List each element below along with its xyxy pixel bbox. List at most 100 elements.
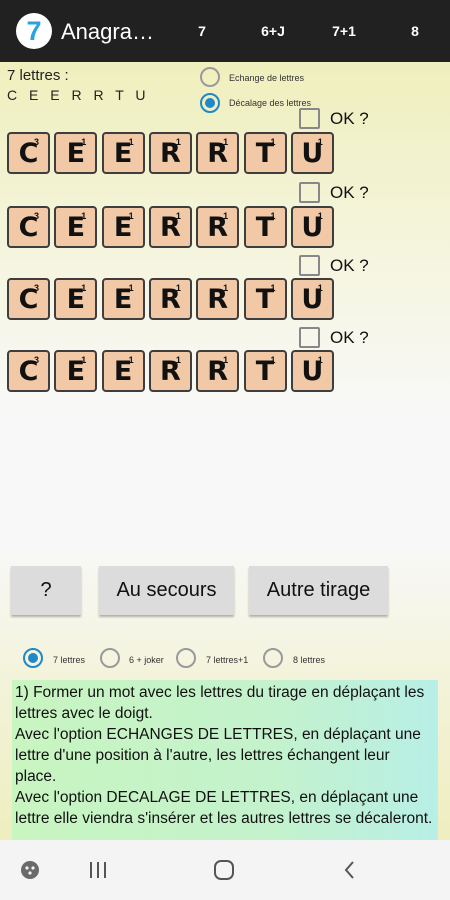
back-icon[interactable] [325,840,375,900]
letter-tile[interactable]: E1 [54,350,98,392]
tile-letter: T [255,284,275,315]
tile-row: C3E1E1R1R1T1U1 [7,350,337,394]
menu-item-7[interactable]: 7 [182,23,222,39]
letter-tile[interactable]: E1 [101,132,145,174]
tile-letter: U [301,138,324,169]
letter-tile[interactable]: R1 [196,350,240,392]
mode-label-8: 8 lettres [293,655,326,665]
swap-option-radio[interactable] [200,67,220,87]
ok-label: OK ? [330,328,369,347]
tile-letter: R [159,138,181,169]
letter-tile[interactable]: E1 [101,350,145,392]
new-draw-button[interactable]: Autre tirage [249,566,388,615]
tile-points: 1 [317,137,323,147]
tile-points: 1 [270,211,276,221]
help-text-panel: 1) Former un mot avec les lettres du tir… [12,680,438,840]
tile-letter: C [18,212,39,243]
tile-row: C3E1E1R1R1T1U1 [7,132,337,176]
tile-points: 1 [223,137,229,147]
tile-points: 1 [270,355,276,365]
letter-tile[interactable]: U1 [290,350,334,392]
ok-label: OK ? [330,183,369,202]
help-button[interactable]: Au secours [99,566,234,615]
tile-letter: E [66,356,86,387]
letter-tile[interactable]: T1 [243,206,287,248]
tile-row: C3E1E1R1R1T1U1 [7,278,337,322]
tile-points: 1 [175,355,181,365]
ok-label: OK ? [330,109,369,128]
game-icon[interactable] [5,840,55,900]
letter-tile[interactable]: R1 [148,350,192,392]
letter-tile[interactable]: R1 [196,278,240,320]
letter-tile[interactable]: R1 [148,206,192,248]
tile-letter: E [113,212,133,243]
tile-points: 3 [33,137,39,147]
shift-option-radio[interactable] [200,93,220,113]
recents-icon[interactable] [73,840,123,900]
ok-checkbox[interactable] [299,108,320,129]
tile-points: 1 [175,283,181,293]
letter-tile[interactable]: E1 [54,206,98,248]
letter-tile[interactable]: R1 [148,132,192,174]
menu-item-6j[interactable]: 6+J [253,23,293,39]
tile-letter: T [255,356,275,387]
tile-letter: R [207,356,229,387]
menu-item-7plus1[interactable]: 7+1 [324,23,364,39]
app-bar: 7 Anagra… 7 6+J 7+1 8 [0,0,450,62]
mode-radio-6j[interactable] [100,648,120,668]
tile-letter: C [18,356,39,387]
hint-button[interactable]: ? [11,566,81,615]
tile-letter: R [159,212,181,243]
tile-points: 1 [270,283,276,293]
letter-tile[interactable]: E1 [54,278,98,320]
tile-letter: E [113,356,133,387]
mode-label-6j: 6 + joker [129,655,164,665]
letter-tile[interactable]: C3 [7,278,50,320]
letter-tile[interactable]: U1 [290,132,334,174]
tile-points: 3 [33,355,39,365]
help-paragraph: 1) Former un mot avec les lettres du tir… [15,684,425,722]
mode-label-7plus1: 7 lettres+1 [206,655,249,665]
ok-checkbox[interactable] [299,182,320,203]
help-paragraph: Avec l'option ECHANGES DE LETTRES, en dé… [15,726,421,785]
letter-tile[interactable]: C3 [7,132,50,174]
mode-radio-7[interactable] [23,648,43,668]
tile-letter: E [66,138,86,169]
letter-tile[interactable]: T1 [243,278,287,320]
letter-tile[interactable]: E1 [101,278,145,320]
tile-points: 1 [270,137,276,147]
app-logo-icon: 7 [16,13,52,49]
letter-tile[interactable]: C3 [7,206,50,248]
letter-tile[interactable]: T1 [243,132,287,174]
tile-row: C3E1E1R1R1T1U1 [7,206,337,250]
mode-radio-8[interactable] [263,648,283,668]
letter-tile[interactable]: E1 [101,206,145,248]
menu-item-8[interactable]: 8 [395,23,435,39]
letter-tile[interactable]: R1 [148,278,192,320]
tile-letter: C [18,284,39,315]
tile-letter: T [255,212,275,243]
letter-tile[interactable]: T1 [243,350,287,392]
mode-label-7: 7 lettres [53,655,86,665]
tile-letter: E [66,284,86,315]
letter-tile[interactable]: E1 [54,132,98,174]
letter-tile[interactable]: C3 [7,350,50,392]
shift-option-label: Décalage des lettres [229,98,312,108]
letter-tile[interactable]: R1 [196,206,240,248]
letter-tile[interactable]: U1 [290,206,334,248]
letter-tile[interactable]: R1 [196,132,240,174]
ok-checkbox[interactable] [299,327,320,348]
tile-letter: R [159,284,181,315]
tile-points: 1 [223,355,229,365]
home-icon[interactable] [199,840,249,900]
letter-count-label: 7 lettres : [7,67,69,84]
tile-points: 1 [317,211,323,221]
mode-radio-7plus1[interactable] [176,648,196,668]
ok-checkbox[interactable] [299,255,320,276]
tile-letter: U [301,212,324,243]
tile-letter: T [255,138,275,169]
draw-letters: C E E R R T U [7,87,150,103]
letter-tile[interactable]: U1 [290,278,334,320]
tile-points: 1 [223,211,229,221]
tile-points: 1 [223,283,229,293]
